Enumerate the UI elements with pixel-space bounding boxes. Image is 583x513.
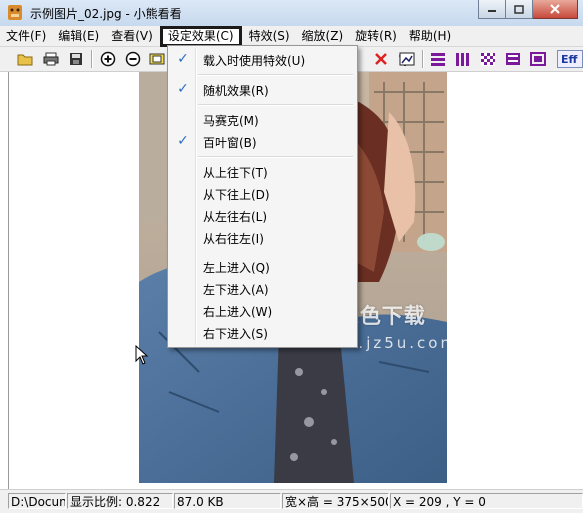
status-path: D:\Docun — [8, 493, 66, 509]
save-button[interactable] — [67, 50, 85, 68]
menu-item-label: 马赛克(M) — [203, 114, 259, 128]
status-bar: D:\Docun 显示比例: 0.822 87.0 KB 宽×高 = 375×5… — [0, 489, 583, 513]
frame-button[interactable] — [529, 50, 547, 68]
image-effect-button[interactable] — [398, 50, 416, 68]
menu-item-mosaic[interactable]: 马赛克(M) — [170, 108, 355, 130]
checkmark-icon: ✓ — [177, 133, 189, 149]
menu-item-bottom-right-enter[interactable]: 右下进入(S) — [170, 321, 355, 343]
menu-separator — [198, 74, 353, 76]
menu-item-bottom-left-enter[interactable]: 左下进入(A) — [170, 277, 355, 299]
menu-item-top-to-bottom[interactable]: 从上往下(T) — [170, 160, 355, 182]
menu-item-load-with-effect[interactable]: ✓ 载入时使用特效(U) — [170, 48, 355, 70]
vertical-bars-icon — [456, 53, 469, 66]
maximize-button[interactable] — [506, 0, 533, 19]
checkmark-icon: ✓ — [177, 51, 189, 67]
menu-item-label: 从上往下(T) — [203, 166, 268, 180]
mosaic-icon — [506, 53, 520, 65]
menu-edit[interactable]: 编辑(E) — [52, 27, 105, 46]
menu-file[interactable]: 文件(F) — [0, 27, 52, 46]
frame-icon — [530, 52, 546, 66]
mosaic-button[interactable] — [504, 50, 522, 68]
menu-item-top-left-enter[interactable]: 左上进入(Q) — [170, 255, 355, 277]
image-icon — [399, 52, 415, 66]
menu-item-label: 百叶窗(B) — [203, 136, 257, 150]
menu-item-label: 随机效果(R) — [203, 84, 269, 98]
menu-zoom[interactable]: 缩放(Z) — [296, 27, 350, 46]
open-folder-icon — [17, 54, 33, 66]
status-scale: 显示比例: 0.822 — [67, 493, 173, 509]
menu-item-label: 右下进入(S) — [203, 327, 268, 341]
menu-item-label: 载入时使用特效(U) — [203, 54, 306, 68]
open-button[interactable] — [16, 50, 34, 68]
menu-help[interactable]: 帮助(H) — [403, 27, 457, 46]
menu-item-label: 左下进入(A) — [203, 283, 269, 297]
print-button[interactable] — [42, 50, 60, 68]
zoom-out-icon — [125, 51, 141, 67]
vertical-blinds-button[interactable] — [454, 50, 472, 68]
print-icon — [43, 52, 59, 66]
menu-item-label: 右上进入(W) — [203, 305, 273, 319]
menu-item-label: 从下往上(D) — [203, 188, 270, 202]
tree-button-hidden — [374, 50, 392, 68]
status-filesize: 87.0 KB — [174, 493, 281, 509]
menu-item-label: 从左往右(L) — [203, 210, 268, 224]
save-icon — [70, 53, 82, 65]
fit-icon — [149, 53, 165, 65]
toolbar-separator — [91, 50, 93, 68]
checker-button[interactable] — [479, 50, 497, 68]
status-coordinates: X = 209 , Y = 0 — [390, 493, 583, 509]
effect-settings-dropdown: ✓ 载入时使用特效(U) ✓ 随机效果(R) 马赛克(M) ✓ 百叶窗(B) 从… — [167, 45, 358, 348]
horizontal-bars-icon — [431, 53, 445, 66]
menu-special-effects[interactable]: 特效(S) — [243, 27, 296, 46]
close-button[interactable] — [533, 0, 578, 19]
status-dimensions: 宽×高 = 375×500 — [282, 493, 389, 509]
menu-item-right-to-left[interactable]: 从右往左(I) — [170, 226, 355, 248]
checker-icon — [481, 53, 495, 66]
menu-separator — [198, 156, 353, 158]
window-controls — [478, 0, 578, 19]
mouse-cursor-icon — [135, 345, 149, 365]
menu-item-random-effect[interactable]: ✓ 随机效果(R) — [170, 78, 355, 100]
menu-effect-settings[interactable]: 设定效果(C) — [159, 25, 242, 47]
zoom-out-button[interactable] — [124, 50, 142, 68]
toolbar-separator-2 — [422, 50, 424, 68]
bear-app-icon — [8, 5, 22, 20]
menu-item-left-to-right[interactable]: 从左往右(L) — [170, 204, 355, 226]
checkmark-icon: ✓ — [177, 81, 189, 97]
zoom-in-icon — [100, 51, 116, 67]
minimize-button[interactable] — [478, 0, 506, 19]
horizontal-blinds-button[interactable] — [429, 50, 447, 68]
fit-button[interactable] — [148, 50, 166, 68]
effect-button[interactable]: Eff — [557, 50, 583, 68]
menu-item-bottom-to-top[interactable]: 从下往上(D) — [170, 182, 355, 204]
menu-separator — [198, 104, 353, 106]
zoom-in-button[interactable] — [99, 50, 117, 68]
title-bar: 示例图片_02.jpg - 小熊看看 — [0, 0, 583, 27]
menu-item-blinds[interactable]: ✓ 百叶窗(B) — [170, 130, 355, 152]
close-icon — [550, 4, 560, 14]
window-title: 示例图片_02.jpg - 小熊看看 — [30, 7, 182, 21]
minimize-icon — [488, 10, 496, 12]
menu-view[interactable]: 查看(V) — [105, 27, 159, 46]
menu-item-top-right-enter[interactable]: 右上进入(W) — [170, 299, 355, 321]
menu-item-label: 从右往左(I) — [203, 232, 264, 246]
menu-item-label: 左上进入(Q) — [203, 261, 270, 275]
maximize-icon — [514, 4, 524, 14]
menu-rotate[interactable]: 旋转(R) — [349, 27, 403, 46]
menu-bar: 文件(F) 编辑(E) 查看(V) 设定效果(C) 特效(S) 缩放(Z) 旋转… — [0, 25, 583, 47]
